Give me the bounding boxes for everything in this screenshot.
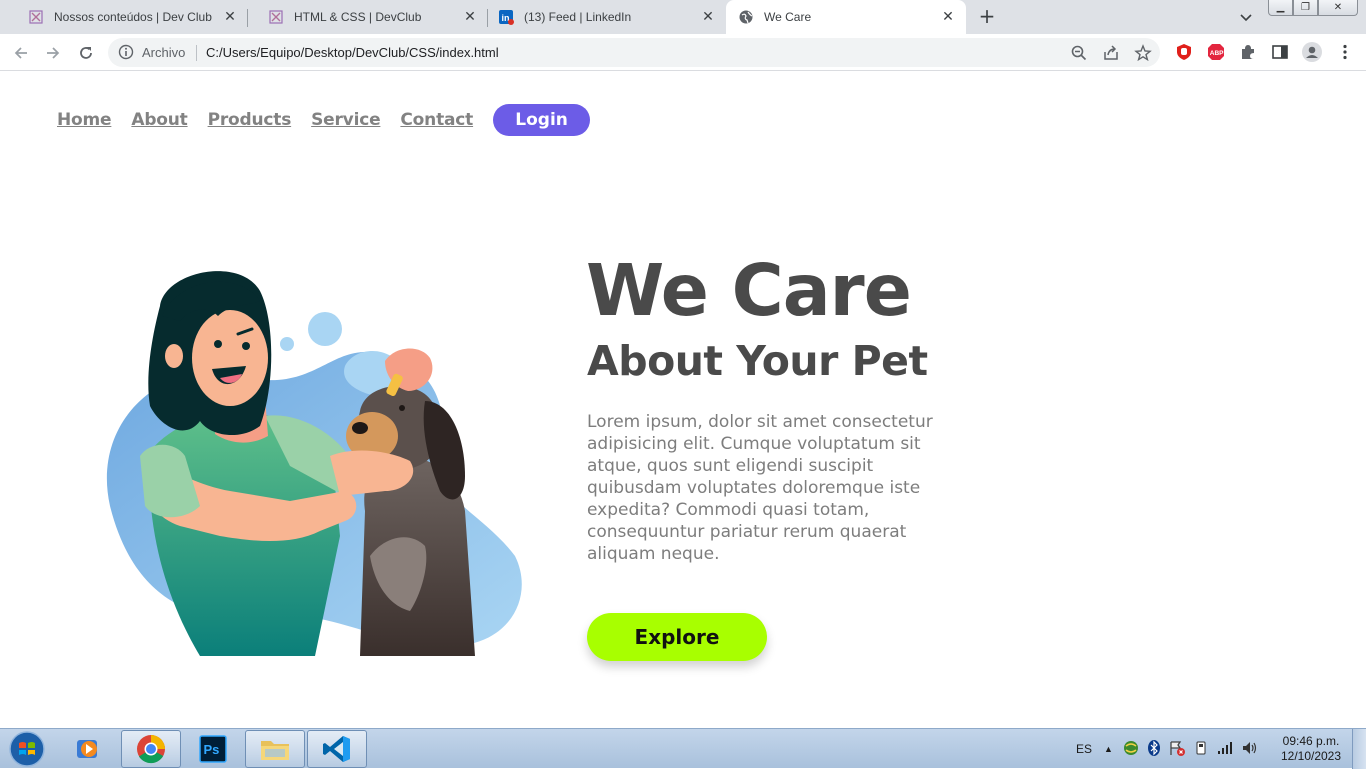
clock-time: 09:46 p.m. [1282,734,1340,748]
reload-icon [80,47,92,59]
woman-eye-right [242,342,250,350]
taskbar-chrome[interactable] [121,730,181,768]
nav-link-contact[interactable]: Contact [400,110,473,130]
tab-title: Nossos conteúdos | Dev Club [54,10,212,24]
system-clock[interactable]: 09:46 p.m. 12/10/2023 [1278,734,1344,764]
clock-date: 12/10/2023 [1280,749,1342,763]
taskbar-photoshop[interactable]: Ps [183,730,243,768]
reload-button[interactable] [75,42,97,64]
extensions-puzzle-icon[interactable] [1239,43,1257,61]
address-bar[interactable]: Archivo C:/Users/Equipo/Desktop/DevClub/… [108,38,1160,67]
taskbar-file-explorer[interactable] [245,730,305,768]
explore-button[interactable]: Explore [587,613,767,661]
woman-ear [165,344,183,368]
tab-devclub-contents[interactable]: Nossos conteúdos | Dev Club ✕ [8,0,248,34]
tab-we-care[interactable]: We Care ✕ [726,0,966,34]
woman-eye-left [214,340,222,348]
nav-link-service[interactable]: Service [311,110,380,130]
close-tab-icon[interactable]: ✕ [462,9,478,25]
close-tab-icon[interactable]: ✕ [700,9,716,25]
windows-logo-icon [9,731,45,767]
flag-notification-icon[interactable] [1169,740,1185,759]
windows-taskbar: Ps ES ▲ 09:46 p.m. 12/10/2023 [0,728,1366,769]
taskbar-media-player[interactable] [58,730,118,768]
minimize-button[interactable]: ▁ [1268,0,1293,16]
menu-kebab-icon[interactable] [1336,43,1354,61]
info-icon[interactable] [118,44,134,64]
close-tab-icon[interactable]: ✕ [222,9,238,25]
tab-strip: Nossos conteúdos | Dev Club ✕ HTML & CSS… [0,0,1366,34]
taskbar-vscode[interactable] [307,730,367,768]
nav-link-about[interactable]: About [131,110,187,130]
devclub-favicon-icon [268,9,284,25]
bubble-large [308,312,342,346]
chrome-icon [137,735,165,764]
nav-link-home[interactable]: Home [57,110,112,130]
new-tab-button[interactable]: + [975,6,999,28]
zoom-icon[interactable] [1070,44,1088,62]
login-button[interactable]: Login [493,104,591,136]
hero-illustration [106,271,522,656]
signal-bars-icon[interactable] [1217,741,1233,758]
bubble-small [280,337,294,351]
devclub-favicon-icon [28,9,44,25]
bookmark-star-icon[interactable] [1134,44,1152,62]
side-panel-icon[interactable] [1271,43,1289,61]
close-window-button[interactable]: ✕ [1318,0,1358,16]
nav-link-products[interactable]: Products [208,110,292,130]
restore-button[interactable]: ❐ [1293,0,1318,16]
hero-description: Lorem ipsum, dolor sit amet consectetur … [587,412,933,564]
tab-title: HTML & CSS | DevClub [294,10,422,24]
bluetooth-icon[interactable] [1147,739,1161,759]
vscode-icon [323,736,350,762]
main-nav: Home About Products Service Contact Logi… [57,104,591,136]
page-viewport: Home About Products Service Contact Logi… [0,71,1366,728]
scheme-label: Archivo [142,45,186,60]
svg-text:ABP: ABP [1210,50,1224,57]
adblock-shield-icon[interactable] [1175,43,1193,61]
url-text[interactable]: C:/Users/Equipo/Desktop/DevClub/CSS/inde… [206,45,499,60]
tab-title: (13) Feed | LinkedIn [524,10,632,24]
tray-icons: ▲ [1104,729,1259,769]
woman-face [192,310,268,406]
dog-eye [399,405,405,411]
linkedin-favicon-icon: in [498,9,514,25]
show-desktop-button[interactable] [1352,729,1366,769]
hero-subtitle: About Your Pet [587,337,928,385]
start-button[interactable] [8,730,46,768]
share-icon[interactable] [1102,44,1120,62]
svg-text:Ps: Ps [204,742,220,757]
close-tab-icon[interactable]: ✕ [940,9,956,25]
browser-toolbar: Archivo C:/Users/Equipo/Desktop/DevClub/… [0,34,1366,71]
dog-nose [352,422,368,434]
tab-html-css-devclub[interactable]: HTML & CSS | DevClub ✕ [248,0,488,34]
hero-title: We Care [586,249,912,332]
media-player-icon [77,740,97,758]
back-button[interactable] [10,42,32,64]
address-divider [196,45,197,61]
globe-favicon-icon [738,9,754,25]
language-indicator[interactable]: ES [1076,729,1092,769]
abp-icon[interactable]: ABP [1207,43,1225,61]
show-hidden-icons-icon[interactable]: ▲ [1104,744,1113,754]
network-globe-icon[interactable] [1123,740,1139,759]
chevron-down-icon[interactable] [1238,9,1254,25]
folder-icon [261,741,289,760]
language-label: ES [1076,742,1093,756]
window-controls: ▁ ❐ ✕ [1268,0,1358,17]
tab-title: We Care [764,10,812,24]
forward-button[interactable] [42,42,64,64]
arrow-left-icon [14,47,27,59]
volume-icon[interactable] [1241,740,1259,759]
photoshop-icon: Ps [199,735,227,763]
profile-avatar-icon[interactable] [1302,42,1322,62]
usb-device-icon[interactable] [1193,740,1209,759]
arrow-right-icon [47,47,60,59]
tab-linkedin-feed[interactable]: in (13) Feed | LinkedIn ✕ [488,0,726,34]
